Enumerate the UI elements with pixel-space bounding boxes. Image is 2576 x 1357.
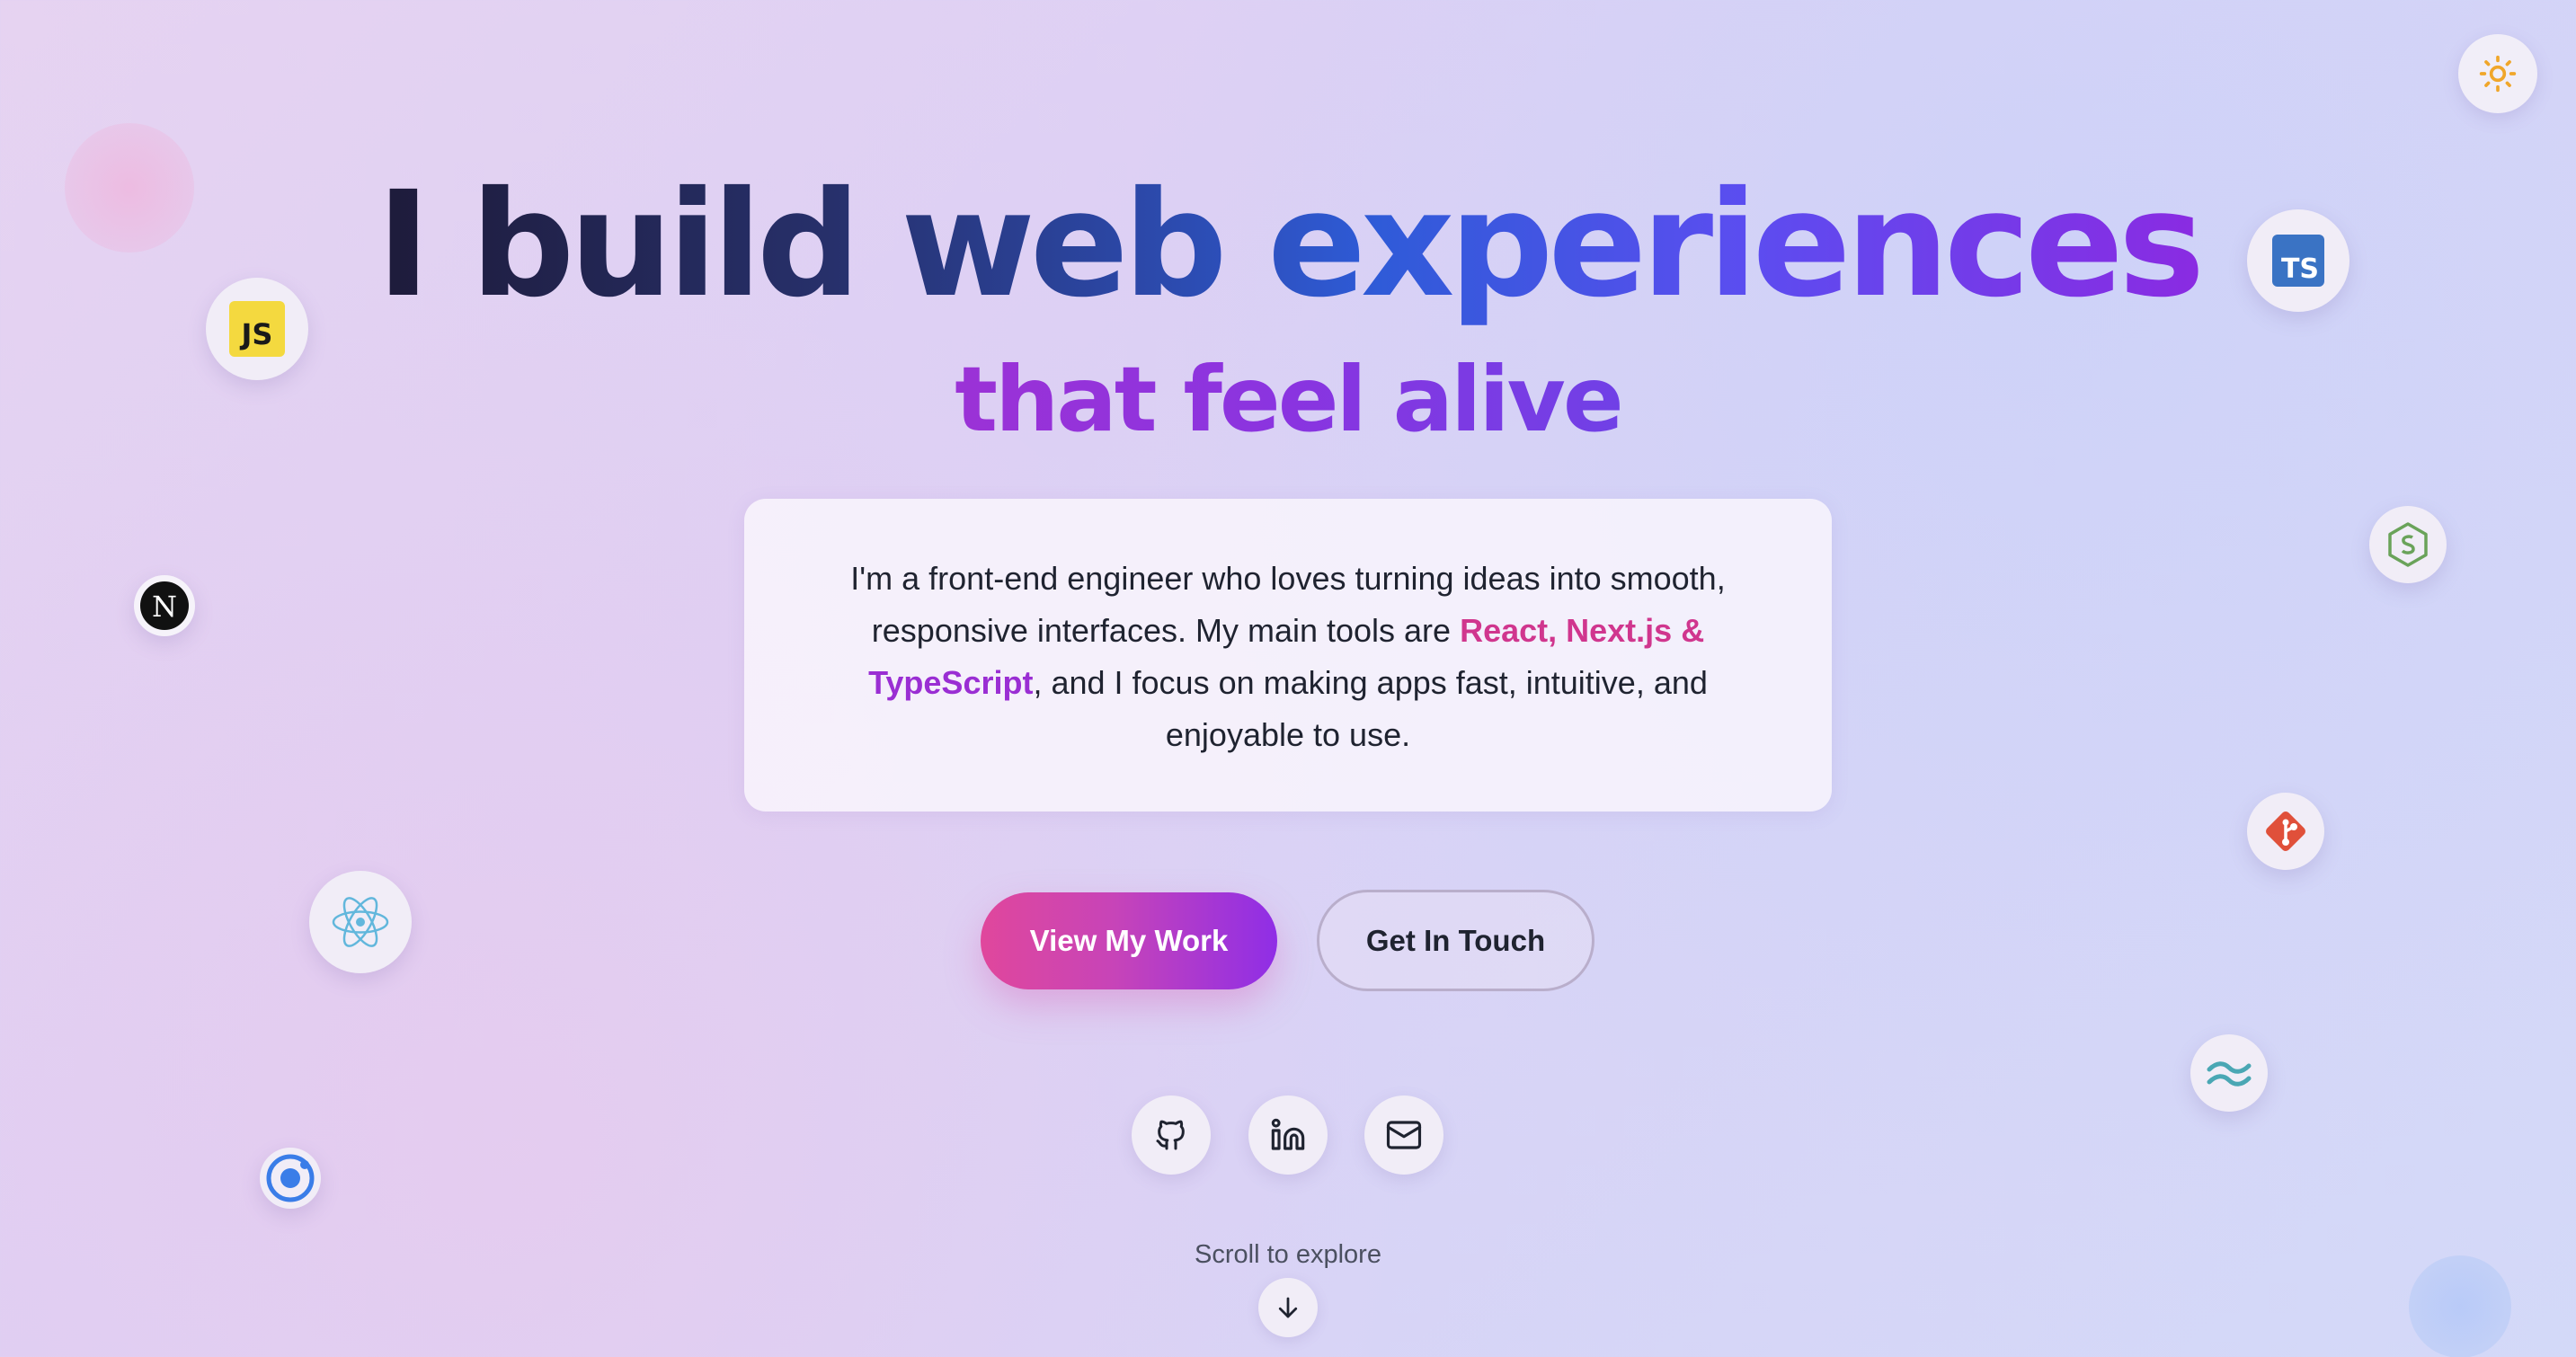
- theme-toggle-button[interactable]: [2458, 34, 2537, 113]
- github-icon: [1156, 1120, 1185, 1150]
- linkedin-icon: [1271, 1118, 1305, 1150]
- linkedin-link[interactable]: [1248, 1095, 1328, 1175]
- hero-title-text: I build web experiences: [376, 161, 2205, 330]
- view-my-work-button[interactable]: View My Work: [981, 892, 1277, 989]
- github-link[interactable]: [1132, 1095, 1211, 1175]
- mail-icon: [1386, 1121, 1422, 1149]
- intro-text-part2: , and I focus on making apps fast, intui…: [1033, 664, 1708, 753]
- sun-icon: [2479, 55, 2517, 93]
- hero-subtitle: that feel alive: [0, 346, 2576, 454]
- email-link[interactable]: [1364, 1095, 1443, 1175]
- intro-highlight-tools: React, Next.js &: [1460, 612, 1705, 649]
- nextjs-icon: N: [134, 575, 195, 636]
- intro-highlight-typescript: TypeScript: [868, 664, 1034, 701]
- tailwind-icon: [2190, 1034, 2268, 1112]
- hero-title: I build web experiences: [0, 160, 2576, 331]
- react-icon: [309, 871, 412, 973]
- scroll-label: Scroll to explore: [1195, 1240, 1381, 1269]
- nodejs-icon: [2369, 506, 2447, 583]
- scroll-down-button[interactable]: [1258, 1278, 1318, 1337]
- get-in-touch-button[interactable]: Get In Touch: [1317, 890, 1594, 991]
- decorative-blob-blue: [2409, 1255, 2511, 1357]
- hero-subtitle-text: that feel alive: [955, 347, 1623, 452]
- nextjs-icon-label: N: [152, 590, 177, 624]
- ionic-icon: [260, 1148, 321, 1209]
- intro-card: I'm a front-end engineer who loves turni…: [744, 499, 1832, 812]
- arrow-down-icon: [1278, 1297, 1298, 1318]
- git-icon: [2247, 793, 2324, 870]
